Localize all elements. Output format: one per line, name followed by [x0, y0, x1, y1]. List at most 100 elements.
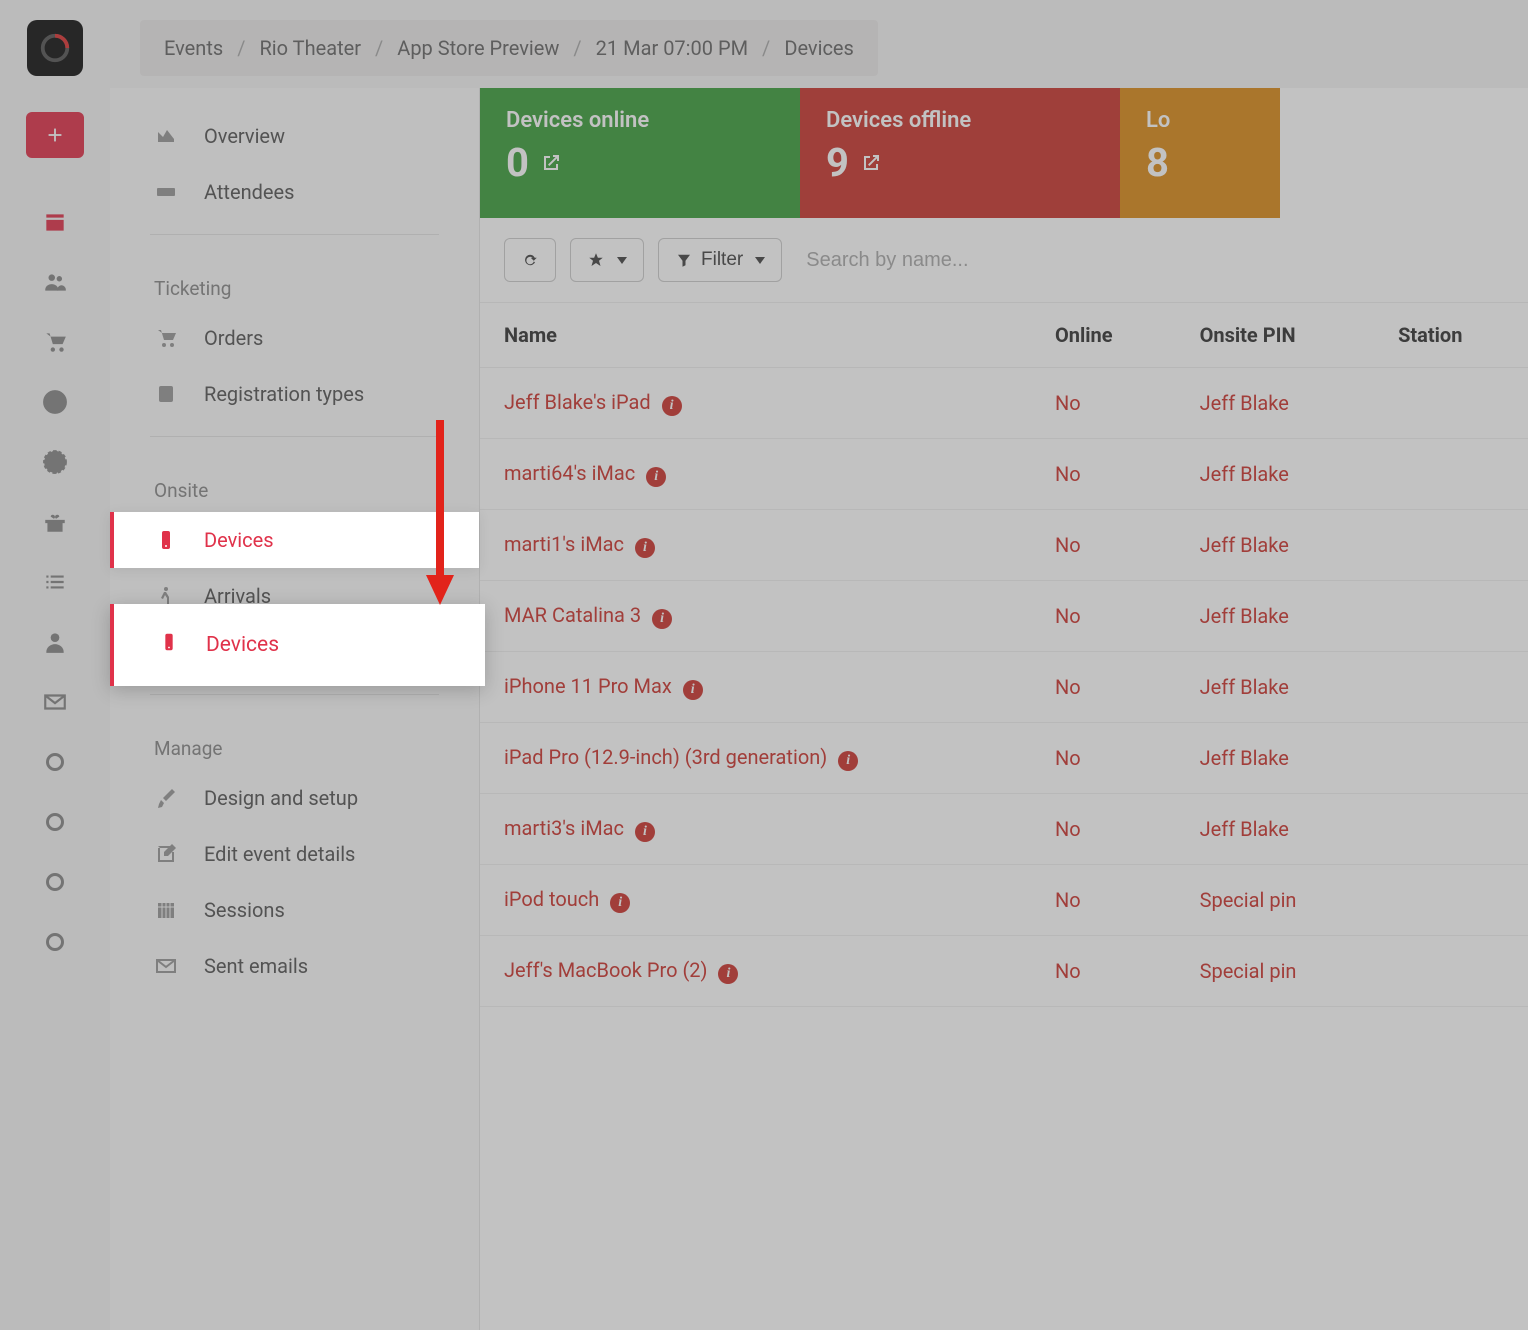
cell-name[interactable]: Jeff Blake's iPad i [480, 368, 1031, 439]
breadcrumb-item[interactable]: Events [164, 36, 223, 60]
external-link-icon [539, 151, 563, 175]
rail-list-icon[interactable] [26, 552, 84, 612]
rail-circle-1[interactable] [26, 732, 84, 792]
stat-devices-online[interactable]: Devices online 0 [480, 88, 800, 218]
cell-name[interactable]: iPhone 11 Pro Max i [480, 652, 1031, 723]
info-icon[interactable]: i [683, 680, 703, 700]
cell-name[interactable]: iPad Pro (12.9-inch) (3rd generation) i [480, 723, 1031, 794]
cell-station [1374, 368, 1528, 439]
breadcrumb-item[interactable]: App Store Preview [397, 36, 559, 60]
sidebar-item-attendees[interactable]: Attendees [110, 164, 479, 220]
sidebar-item-label: Registration types [204, 382, 364, 406]
cell-pin[interactable]: Jeff Blake [1176, 581, 1374, 652]
cart-icon [154, 326, 178, 350]
app-logo[interactable] [27, 20, 83, 76]
rail-circle-2[interactable] [26, 792, 84, 852]
info-icon[interactable]: i [838, 751, 858, 771]
edit-icon [154, 842, 178, 866]
search-input[interactable] [796, 238, 1504, 282]
sidebar-item-sessions[interactable]: Sessions [110, 882, 479, 938]
sidebar-item-label: Attendees [204, 180, 294, 204]
rail-circle-4[interactable] [26, 912, 84, 972]
filter-button[interactable]: Filter [658, 238, 782, 282]
add-button[interactable] [26, 112, 84, 158]
highlight-devices[interactable]: Devices [110, 604, 485, 686]
cell-name[interactable]: iPod touch i [480, 865, 1031, 936]
sidebar-item-label: Edit event details [204, 842, 355, 866]
cell-station [1374, 723, 1528, 794]
stats-row: Devices online 0 Devices offline 9 Lo 8 [480, 88, 1528, 218]
external-link-icon [859, 151, 883, 175]
sidebar-item-design[interactable]: Design and setup [110, 770, 479, 826]
cell-pin[interactable]: Special pin [1176, 865, 1374, 936]
toolbar: Filter [480, 218, 1528, 303]
info-icon[interactable]: i [652, 609, 672, 629]
chevron-down-icon [617, 257, 627, 264]
cell-online: No [1031, 865, 1176, 936]
rail-circle-3[interactable] [26, 852, 84, 912]
stat-devices-offline[interactable]: Devices offline 9 [800, 88, 1120, 218]
table-row[interactable]: iPod touch iNoSpecial pin [480, 865, 1528, 936]
table-row[interactable]: Jeff Blake's iPad iNoJeff Blake [480, 368, 1528, 439]
cell-online: No [1031, 723, 1176, 794]
phone-icon [158, 631, 180, 659]
cell-online: No [1031, 936, 1176, 1007]
cell-station [1374, 794, 1528, 865]
table-row[interactable]: iPad Pro (12.9-inch) (3rd generation) iN… [480, 723, 1528, 794]
col-name[interactable]: Name [480, 303, 1031, 368]
col-online[interactable]: Online [1031, 303, 1176, 368]
breadcrumb-item[interactable]: Devices [784, 36, 854, 60]
cell-pin[interactable]: Special pin [1176, 936, 1374, 1007]
info-icon[interactable]: i [610, 893, 630, 913]
cell-name[interactable]: MAR Catalina 3 i [480, 581, 1031, 652]
col-pin[interactable]: Onsite PIN [1176, 303, 1374, 368]
cell-name[interactable]: marti64's iMac i [480, 439, 1031, 510]
table-row[interactable]: iPhone 11 Pro Max iNoJeff Blake [480, 652, 1528, 723]
ticket-icon [154, 180, 178, 204]
breadcrumb: Events/ Rio Theater/ App Store Preview/ … [140, 20, 878, 76]
cell-pin[interactable]: Jeff Blake [1176, 439, 1374, 510]
cell-name[interactable]: marti3's iMac i [480, 794, 1031, 865]
table-row[interactable]: marti64's iMac iNoJeff Blake [480, 439, 1528, 510]
rail-globe-icon[interactable] [26, 432, 84, 492]
table-row[interactable]: Jeff's MacBook Pro (2) iNoSpecial pin [480, 936, 1528, 1007]
sidebar-item-label: Sessions [204, 898, 285, 922]
rail-people-icon[interactable] [26, 252, 84, 312]
info-icon[interactable]: i [646, 467, 666, 487]
cell-pin[interactable]: Jeff Blake [1176, 368, 1374, 439]
sidebar-item-sentemails[interactable]: Sent emails [110, 938, 479, 994]
breadcrumb-item[interactable]: 21 Mar 07:00 PM [596, 36, 748, 60]
table-row[interactable]: MAR Catalina 3 iNoJeff Blake [480, 581, 1528, 652]
rail-mail-icon[interactable] [26, 672, 84, 732]
sidebar-item-overview[interactable]: Overview [110, 108, 479, 164]
cell-pin[interactable]: Jeff Blake [1176, 794, 1374, 865]
rail-calendar-icon[interactable] [26, 192, 84, 252]
table-row[interactable]: marti3's iMac iNoJeff Blake [480, 794, 1528, 865]
cell-name[interactable]: marti1's iMac i [480, 510, 1031, 581]
rail-help-icon[interactable] [26, 372, 84, 432]
rail-gift-icon[interactable] [26, 492, 84, 552]
info-icon[interactable]: i [635, 822, 655, 842]
cell-online: No [1031, 794, 1176, 865]
favorite-dropdown[interactable] [570, 238, 644, 282]
refresh-button[interactable] [504, 238, 556, 282]
table-row[interactable]: marti1's iMac iNoJeff Blake [480, 510, 1528, 581]
sidebar-item-label: Sent emails [204, 954, 308, 978]
sidebar-item-editdetails[interactable]: Edit event details [110, 826, 479, 882]
cell-pin[interactable]: Jeff Blake [1176, 652, 1374, 723]
sidebar-item-orders[interactable]: Orders [110, 310, 479, 366]
col-station[interactable]: Station [1374, 303, 1528, 368]
info-icon[interactable]: i [635, 538, 655, 558]
event-sidebar: Overview Attendees Ticketing Orders Regi… [110, 88, 480, 1330]
cell-name[interactable]: Jeff's MacBook Pro (2) i [480, 936, 1031, 1007]
cell-pin[interactable]: Jeff Blake [1176, 723, 1374, 794]
breadcrumb-item[interactable]: Rio Theater [259, 36, 361, 60]
rail-user-icon[interactable] [26, 612, 84, 672]
stat-card-third[interactable]: Lo 8 [1120, 88, 1280, 218]
rail-cart-icon[interactable] [26, 312, 84, 372]
cell-online: No [1031, 581, 1176, 652]
phone-icon [154, 528, 178, 552]
info-icon[interactable]: i [718, 964, 738, 984]
cell-pin[interactable]: Jeff Blake [1176, 510, 1374, 581]
info-icon[interactable]: i [662, 396, 682, 416]
